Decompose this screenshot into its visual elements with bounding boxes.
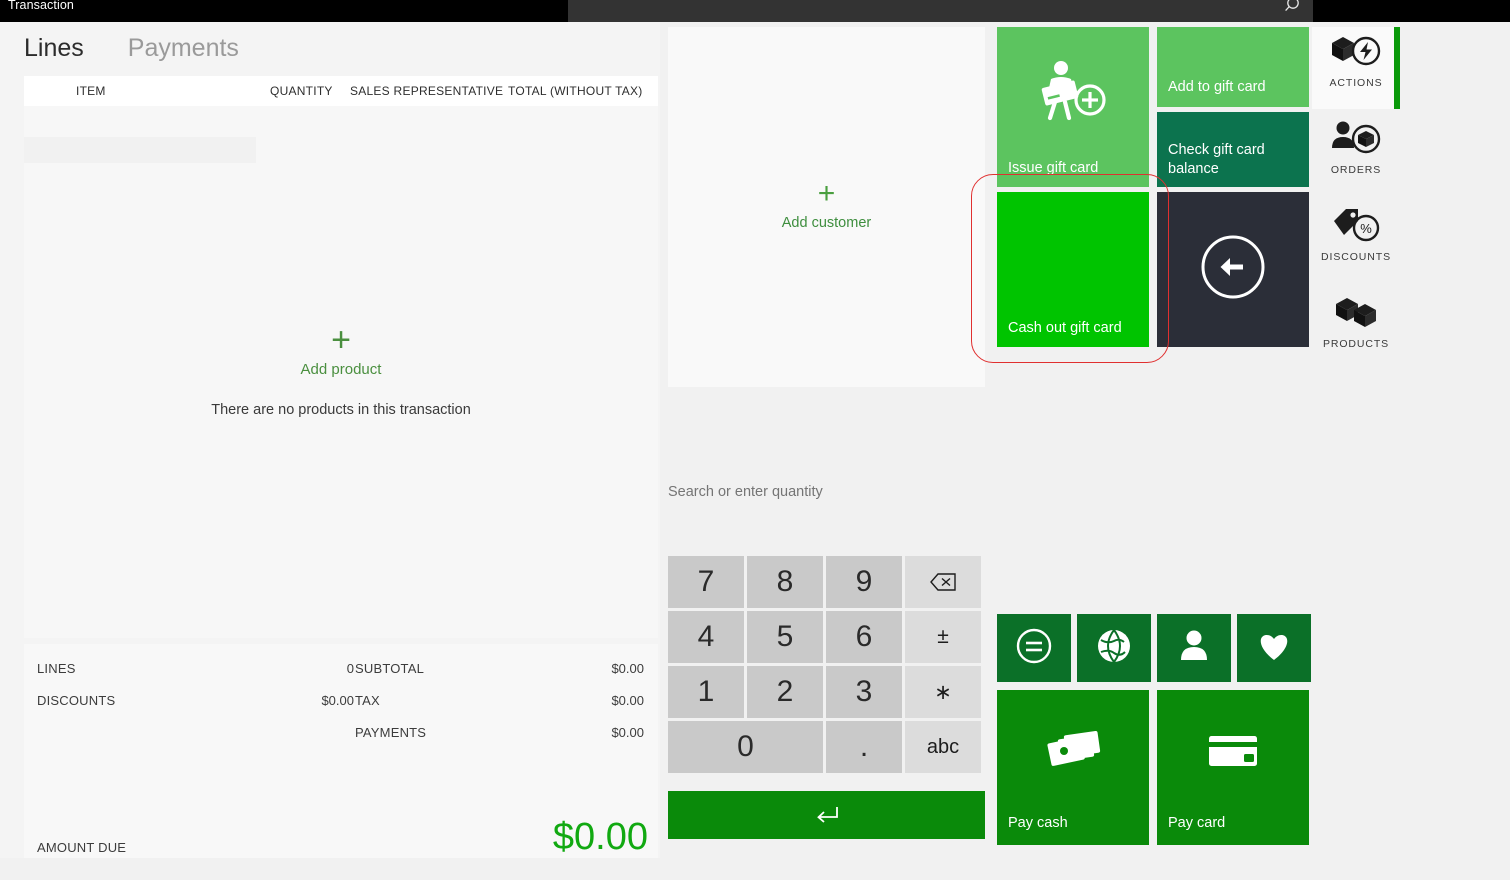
add-customer-panel[interactable]: + Add customer (668, 27, 985, 387)
sidebar-item-actions-label: ACTIONS (1330, 77, 1383, 89)
currency-globe-button[interactable] (1077, 614, 1151, 682)
key-2[interactable]: 2 (747, 666, 823, 718)
key-plus-minus[interactable]: ± (905, 611, 981, 663)
amount-due-value: $0.00 (388, 814, 648, 860)
sidebar-item-products-label: PRODUCTS (1323, 338, 1389, 350)
show-total-button[interactable] (997, 614, 1071, 682)
tab-payments[interactable]: Payments (128, 34, 239, 63)
key-decimal[interactable]: . (826, 721, 902, 773)
search-icon[interactable] (1283, 0, 1305, 16)
key-abc[interactable]: abc (905, 721, 981, 773)
totals-payments-label: PAYMENTS (355, 725, 426, 740)
key-3[interactable]: 3 (826, 666, 902, 718)
key-9[interactable]: 9 (826, 556, 902, 608)
products-icon (1328, 288, 1384, 336)
discounts-icon: % (1328, 201, 1384, 249)
totals-lines-value: 0 (244, 661, 354, 676)
numeric-keypad: 7 8 9 4 5 6 ± 1 2 3 ∗ 0 . abc (668, 556, 985, 778)
key-7[interactable]: 7 (668, 556, 744, 608)
lines-empty-state: + Add product There are no products in t… (24, 106, 658, 638)
tile-check-gift-card-balance[interactable]: Check gift card balance (1157, 112, 1309, 187)
heart-icon (1252, 626, 1296, 671)
column-header-quantity: QUANTITY (270, 84, 333, 98)
add-customer-label: Add customer (782, 215, 871, 231)
svg-text:%: % (1360, 221, 1372, 236)
issue-gift-card-icon (997, 27, 1149, 161)
add-product-plus-icon[interactable]: + (331, 327, 351, 353)
tile-check-gift-card-balance-label: Check gift card balance (1168, 141, 1301, 179)
totals-lines-label: LINES (37, 661, 76, 676)
search-quantity-input[interactable] (668, 478, 985, 506)
column-header-sales-representative: SALES REPRESENTATIVE (350, 84, 503, 98)
key-5[interactable]: 5 (747, 611, 823, 663)
totals-payments-value: $0.00 (544, 725, 644, 740)
totals-tax-value: $0.00 (544, 693, 644, 708)
sidebar-item-orders[interactable]: ORDERS (1312, 114, 1400, 196)
sidebar-item-discounts[interactable]: % DISCOUNTS (1312, 201, 1400, 283)
back-arrow-icon (1199, 233, 1267, 306)
backspace-icon[interactable] (905, 556, 981, 608)
column-header-item: ITEM (76, 84, 106, 98)
loyalty-button[interactable] (1237, 614, 1311, 682)
title-bar: Transaction (0, 0, 1510, 22)
tab-lines[interactable]: Lines (24, 34, 84, 63)
actions-icon (1328, 27, 1384, 75)
window-bottom-strip (0, 858, 1510, 880)
tile-back-button[interactable] (1157, 192, 1309, 347)
pay-card-button[interactable]: Pay card (1157, 690, 1309, 845)
action-rail: ACTIONS ORDERS (1312, 22, 1510, 858)
sidebar-item-orders-label: ORDERS (1331, 164, 1381, 176)
transaction-pane: Lines Payments ITEM QUANTITY SALES REPRE… (0, 22, 660, 858)
enter-arrow-icon (812, 804, 842, 826)
tile-add-to-gift-card-label: Add to gift card (1168, 78, 1301, 97)
totals-discounts-value: $0.00 (244, 693, 354, 708)
pay-cash-label: Pay cash (1008, 814, 1141, 833)
cash-bills-icon (997, 690, 1149, 813)
tile-issue-gift-card-label: Issue gift card (1008, 159, 1141, 178)
key-0[interactable]: 0 (668, 721, 823, 773)
person-icon (1172, 624, 1216, 673)
tile-cash-out-gift-card[interactable]: Cash out gift card (997, 192, 1149, 347)
globe-icon (1092, 624, 1136, 673)
sidebar-item-discounts-label: DISCOUNTS (1321, 251, 1391, 263)
tile-issue-gift-card[interactable]: Issue gift card (997, 27, 1149, 187)
key-4[interactable]: 4 (668, 611, 744, 663)
tile-cash-out-gift-card-label: Cash out gift card (1008, 319, 1141, 338)
sidebar-selection-indicator (1394, 27, 1400, 109)
add-product-button[interactable]: Add product (301, 361, 382, 378)
total-equals-icon (1012, 624, 1056, 673)
totals-tax-label: TAX (355, 693, 380, 708)
credit-card-icon (1157, 690, 1309, 813)
transaction-totals-panel: LINES 0 DISCOUNTS $0.00 SUBTOTAL $0.00 T… (24, 644, 658, 876)
key-6[interactable]: 6 (826, 611, 902, 663)
pay-cash-button[interactable]: Pay cash (997, 690, 1149, 845)
key-8[interactable]: 8 (747, 556, 823, 608)
lines-column-header: ITEM QUANTITY SALES REPRESENTATIVE TOTAL… (24, 76, 658, 106)
totals-discounts-label: DISCOUNTS (37, 693, 115, 708)
amount-due-label: AMOUNT DUE (37, 840, 126, 855)
tile-add-to-gift-card[interactable]: Add to gift card (1157, 27, 1309, 107)
pay-card-label: Pay card (1168, 814, 1301, 833)
global-search-bar[interactable] (568, 0, 1313, 22)
customer-account-button[interactable] (1157, 614, 1231, 682)
column-header-total: TOTAL (WITHOUT TAX) (508, 84, 643, 98)
totals-subtotal-label: SUBTOTAL (355, 661, 424, 676)
key-1[interactable]: 1 (668, 666, 744, 718)
transaction-tabs: Lines Payments (24, 34, 239, 63)
sidebar-item-products[interactable]: PRODUCTS (1312, 288, 1400, 370)
add-customer-plus-icon: + (818, 183, 836, 205)
window-title: Transaction (8, 0, 74, 12)
sidebar-item-actions[interactable]: ACTIONS (1312, 27, 1400, 109)
keypad-enter-button[interactable] (668, 791, 985, 839)
key-asterisk[interactable]: ∗ (905, 666, 981, 718)
list-row-placeholder (24, 137, 256, 163)
pos-application: Transaction Lines Payments ITEM QUANTITY… (0, 0, 1510, 880)
totals-subtotal-value: $0.00 (544, 661, 644, 676)
no-products-message: There are no products in this transactio… (211, 402, 471, 418)
orders-icon (1328, 114, 1384, 162)
